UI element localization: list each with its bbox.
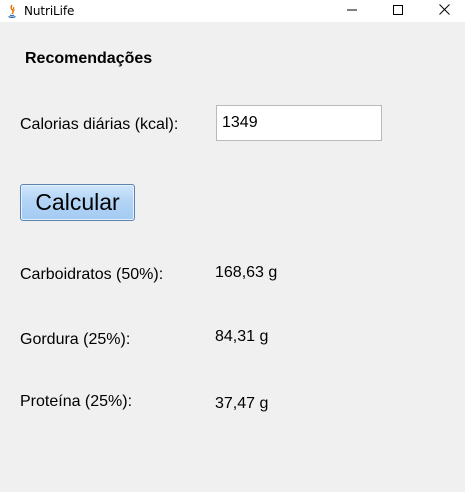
protein-value: 37,47 g [215,395,269,412]
calculate-button[interactable]: Calcular [20,184,135,221]
page-title: Recomendações [25,50,153,67]
close-button[interactable] [421,0,465,22]
calories-input[interactable] [216,105,382,141]
fat-value: 84,31 g [215,328,269,345]
maximize-icon [393,2,403,20]
close-icon [438,2,450,20]
calories-label: Calorias diárias (kcal): [20,116,179,133]
app-window: NutriLife Recomendações Calorias diárias… [0,0,465,492]
carbs-label: Carboidratos (50%): [20,266,164,283]
minimize-icon [347,2,357,20]
title-bar[interactable]: NutriLife [0,0,465,22]
fat-label: Gordura (25%): [20,331,131,348]
minimize-button[interactable] [329,0,375,22]
main-panel: Recomendações Calorias diárias (kcal): C… [0,22,465,492]
window-title: NutriLife [24,4,75,18]
protein-label: Proteína (25%): [20,393,133,410]
maximize-button[interactable] [375,0,421,22]
carbs-value: 168,63 g [215,264,278,281]
java-app-icon [4,3,20,19]
